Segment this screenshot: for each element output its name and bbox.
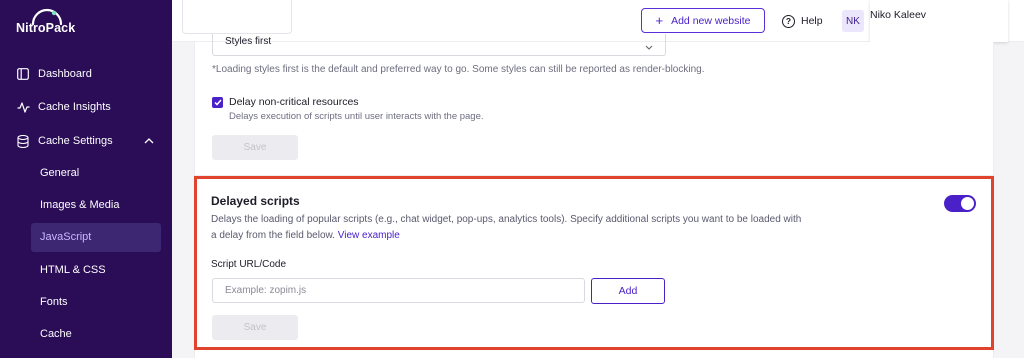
sidebar-subitem-javascript[interactable]: JavaScript	[40, 227, 91, 247]
delayed-scripts-toggle[interactable]	[944, 195, 976, 212]
database-icon	[16, 134, 30, 148]
add-script-button[interactable]: Add	[591, 278, 665, 304]
header-dropdown-panel	[182, 0, 292, 34]
help-link[interactable]: ? Help	[782, 12, 823, 30]
chevron-down-icon	[645, 38, 653, 55]
styles-order-value: Styles first	[225, 36, 272, 47]
nitropack-logo[interactable]: NitroPack	[16, 8, 86, 36]
checkmark-icon	[213, 99, 222, 106]
toggle-knob	[961, 197, 974, 210]
save-button-styles[interactable]: Save	[212, 135, 298, 160]
sidebar-item-label: Cache Settings	[38, 135, 113, 147]
user-name: Niko Kaleev	[870, 9, 927, 21]
script-url-label: Script URL/Code	[211, 259, 287, 270]
sidebar-subitem-images-media[interactable]: Images & Media	[40, 195, 119, 215]
avatar[interactable]: NK	[842, 10, 864, 32]
delay-non-critical-checkbox[interactable]	[212, 97, 223, 108]
styles-first-note: *Loading styles first is the default and…	[212, 64, 705, 75]
help-icon: ?	[782, 14, 795, 28]
sidebar-subitem-cache[interactable]: Cache	[40, 324, 72, 344]
delay-non-critical-label: Delay non-critical resources	[229, 96, 359, 108]
sidebar: NitroPack Dashboard Cache Insights Cache…	[0, 0, 172, 358]
delayed-scripts-title: Delayed scripts	[211, 194, 300, 208]
delayed-scripts-highlight	[194, 176, 994, 350]
sidebar-item-label: Cache Insights	[38, 101, 111, 113]
help-label: Help	[801, 15, 823, 27]
sidebar-item-dashboard[interactable]: Dashboard	[0, 59, 172, 89]
delayed-scripts-desc-line1: Delays the loading of popular scripts (e…	[211, 214, 802, 225]
sidebar-subitem-general[interactable]: General	[40, 163, 79, 183]
delayed-scripts-desc: Delays the loading of popular scripts (e…	[211, 212, 871, 244]
sidebar-subitem-fonts[interactable]: Fonts	[40, 292, 68, 312]
sidebar-item-cache-insights[interactable]: Cache Insights	[0, 92, 172, 122]
save-button-delayed-scripts[interactable]: Save	[212, 315, 298, 340]
user-menu-panel[interactable]: Niko Kaleev	[870, 0, 1008, 42]
sidebar-subitem-html-css[interactable]: HTML & CSS	[40, 260, 106, 280]
plus-icon: +	[655, 13, 664, 28]
chevron-up-icon[interactable]	[144, 136, 154, 146]
sidebar-item-label: Dashboard	[38, 68, 92, 80]
delayed-scripts-desc-line2: a delay from the field below.	[211, 230, 335, 241]
logo-text: NitroPack	[16, 21, 76, 35]
add-new-website-label: Add new website	[671, 14, 751, 27]
styles-order-select[interactable]: Styles first	[212, 34, 666, 56]
script-url-input[interactable]	[212, 278, 585, 303]
delay-non-critical-desc: Delays execution of scripts until user i…	[229, 111, 484, 122]
dashboard-icon	[16, 67, 30, 81]
add-new-website-button[interactable]: + Add new website	[641, 8, 765, 33]
sidebar-item-cache-settings[interactable]: Cache Settings	[0, 126, 172, 156]
view-example-link[interactable]: View example	[338, 230, 400, 241]
pulse-icon	[16, 100, 30, 114]
